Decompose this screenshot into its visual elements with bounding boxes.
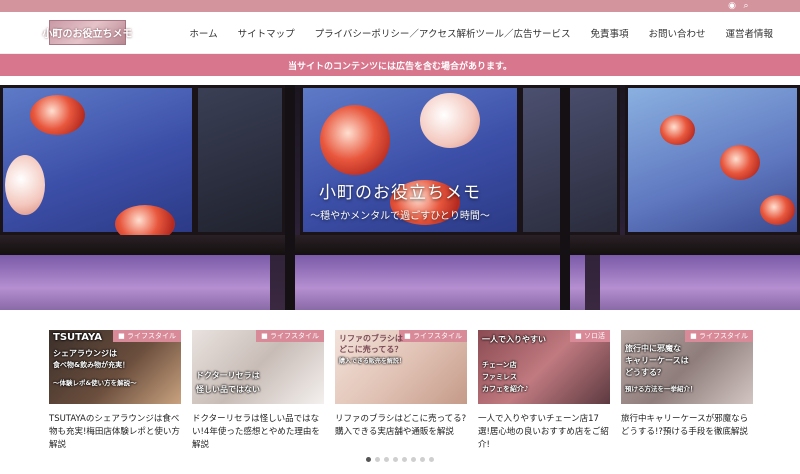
goldfish [420, 93, 480, 148]
lower-tank [0, 255, 270, 310]
lower-tank [600, 255, 800, 310]
logo-text: 小町のお役立ちメモ [42, 29, 133, 40]
hero-banner: 小町のお役立ちメモ 〜穏やかメンタルで過ごすひとり時間〜 [0, 85, 800, 310]
thumb-caption: 旅行中に邪魔な [625, 344, 681, 353]
carousel-dot[interactable] [420, 457, 425, 462]
nav-sitemap[interactable]: サイトマップ [238, 26, 295, 40]
featured-carousel: ■ ライフスタイル TSUTAYA シェアラウンジは 食べ物&飲み物が充実！ 〜… [49, 330, 753, 450]
thumb-caption: ファミレス [482, 373, 517, 381]
goldfish [30, 95, 85, 135]
nav-privacy-policy[interactable]: プライバシーポリシー／アクセス解析ツール／広告サービス [315, 26, 571, 40]
thumb-caption: ドクターリセラは [196, 371, 260, 380]
carousel-card[interactable]: ■ ソロ活 一人で入りやすい チェーン店 ファミレス カフェを紹介♪ 一人で入り… [478, 330, 610, 450]
thumb-caption: TSUTAYA [53, 332, 102, 343]
carousel-pagination [0, 457, 800, 462]
nav-disclaimer[interactable]: 免責事項 [590, 26, 628, 40]
carousel-card[interactable]: ■ ライフスタイル TSUTAYA シェアラウンジは 食べ物&飲み物が充実！ 〜… [49, 330, 181, 450]
site-logo[interactable]: 小町のお役立ちメモ [43, 20, 133, 45]
thumb-caption: リファのブラシは [339, 334, 403, 343]
goldfish [320, 105, 390, 175]
carousel-dot[interactable] [375, 457, 380, 462]
carousel-dot[interactable] [384, 457, 389, 462]
carousel-dot[interactable] [402, 457, 407, 462]
hero-title: 小町のお役立ちメモ [319, 183, 481, 203]
thumb-caption: 食べ物&飲み物が充実！ [53, 361, 130, 369]
thumb-caption: どうする？ [625, 368, 665, 377]
top-bar: ◉ ⌕ [0, 0, 800, 12]
carousel-dot[interactable] [366, 457, 371, 462]
hero-subtitle: 〜穏やかメンタルで過ごすひとり時間〜 [310, 211, 490, 222]
thumb-caption: 購入できる販売を解説！ [339, 358, 405, 365]
goldfish [720, 145, 760, 180]
nav-home[interactable]: ホーム [189, 26, 217, 40]
category-badge: ■ ライフスタイル [399, 330, 467, 342]
category-badge: ■ ソロ活 [570, 330, 610, 342]
card-title[interactable]: 一人で入りやすいチェーン店17選!居心地の良いおすすめ店をご紹介! [478, 413, 610, 452]
category-badge: ■ ライフスタイル [685, 330, 753, 342]
thumb-caption: チェーン店 [482, 361, 517, 369]
thumb-caption: 預ける方法を一挙紹介！ [625, 385, 697, 393]
rss-icon[interactable]: ◉ [727, 1, 737, 11]
ad-notice-text: 当サイトのコンテンツには広告を含む場合があります。 [287, 61, 513, 72]
carousel-dot[interactable] [393, 457, 398, 462]
thumb-caption: 怪しい品ではない [196, 385, 260, 394]
card-thumbnail[interactable]: ■ ライフスタイル 旅行中に邪魔な キャリーケースは どうする？ 預ける方法を一… [621, 330, 753, 404]
card-title[interactable]: TSUTAYAのシェアラウンジは食べ物も充実!梅田店体験レポと使い方解説 [49, 413, 181, 452]
lower-tank [285, 255, 585, 310]
carousel-card[interactable]: ■ ライフスタイル ドクターリセラは 怪しい品ではない ドクターリセラは怪しい品… [192, 330, 324, 450]
thumb-caption: キャリーケースは [625, 356, 689, 365]
carousel-dot[interactable] [411, 457, 416, 462]
thumb-caption: どこに売ってる？ [339, 345, 403, 354]
thumb-caption: シェアラウンジは [53, 349, 117, 358]
thumb-caption: カフェを紹介♪ [482, 385, 529, 393]
carousel-card[interactable]: ■ ライフスタイル リファのブラシは どこに売ってる？ 購入できる販売を解説！ … [335, 330, 467, 450]
nav-contact[interactable]: お問い合わせ [648, 26, 705, 40]
card-thumbnail[interactable]: ■ ソロ活 一人で入りやすい チェーン店 ファミレス カフェを紹介♪ [478, 330, 610, 404]
thumb-caption: 一人で入りやすい [482, 335, 546, 344]
card-thumbnail[interactable]: ■ ライフスタイル ドクターリセラは 怪しい品ではない [192, 330, 324, 404]
ad-notice-bar: 当サイトのコンテンツには広告を含む場合があります。 [0, 54, 800, 76]
category-badge: ■ ライフスタイル [113, 330, 181, 342]
aquarium-shelf [0, 235, 800, 255]
carousel-card[interactable]: ■ ライフスタイル 旅行中に邪魔な キャリーケースは どうする？ 預ける方法を一… [621, 330, 753, 450]
search-icon[interactable]: ⌕ [741, 1, 751, 11]
card-title[interactable]: ドクターリセラは怪しい品ではない!4年使った感想とやめた理由を解説 [192, 413, 324, 452]
category-badge: ■ ライフスタイル [256, 330, 324, 342]
goldfish [660, 115, 695, 145]
thumb-caption: 〜体験レポ&使い方を解説〜 [53, 379, 137, 387]
card-thumbnail[interactable]: ■ ライフスタイル TSUTAYA シェアラウンジは 食べ物&飲み物が充実！ 〜… [49, 330, 181, 404]
card-title[interactable]: 旅行中キャリーケースが邪魔ならどうする!?預ける手段を徹底解説 [621, 413, 753, 439]
card-thumbnail[interactable]: ■ ライフスタイル リファのブラシは どこに売ってる？ 購入できる販売を解説！ [335, 330, 467, 404]
card-title[interactable]: リファのブラシはどこに売ってる?購入できる実店舗や通販を解説 [335, 413, 467, 439]
main-nav: ホーム サイトマップ プライバシーポリシー／アクセス解析ツール／広告サービス 免… [169, 12, 773, 54]
nav-operator-info[interactable]: 運営者情報 [725, 26, 773, 40]
carousel-dot[interactable] [429, 457, 434, 462]
site-header: 小町のお役立ちメモ ホーム サイトマップ プライバシーポリシー／アクセス解析ツー… [0, 12, 800, 54]
